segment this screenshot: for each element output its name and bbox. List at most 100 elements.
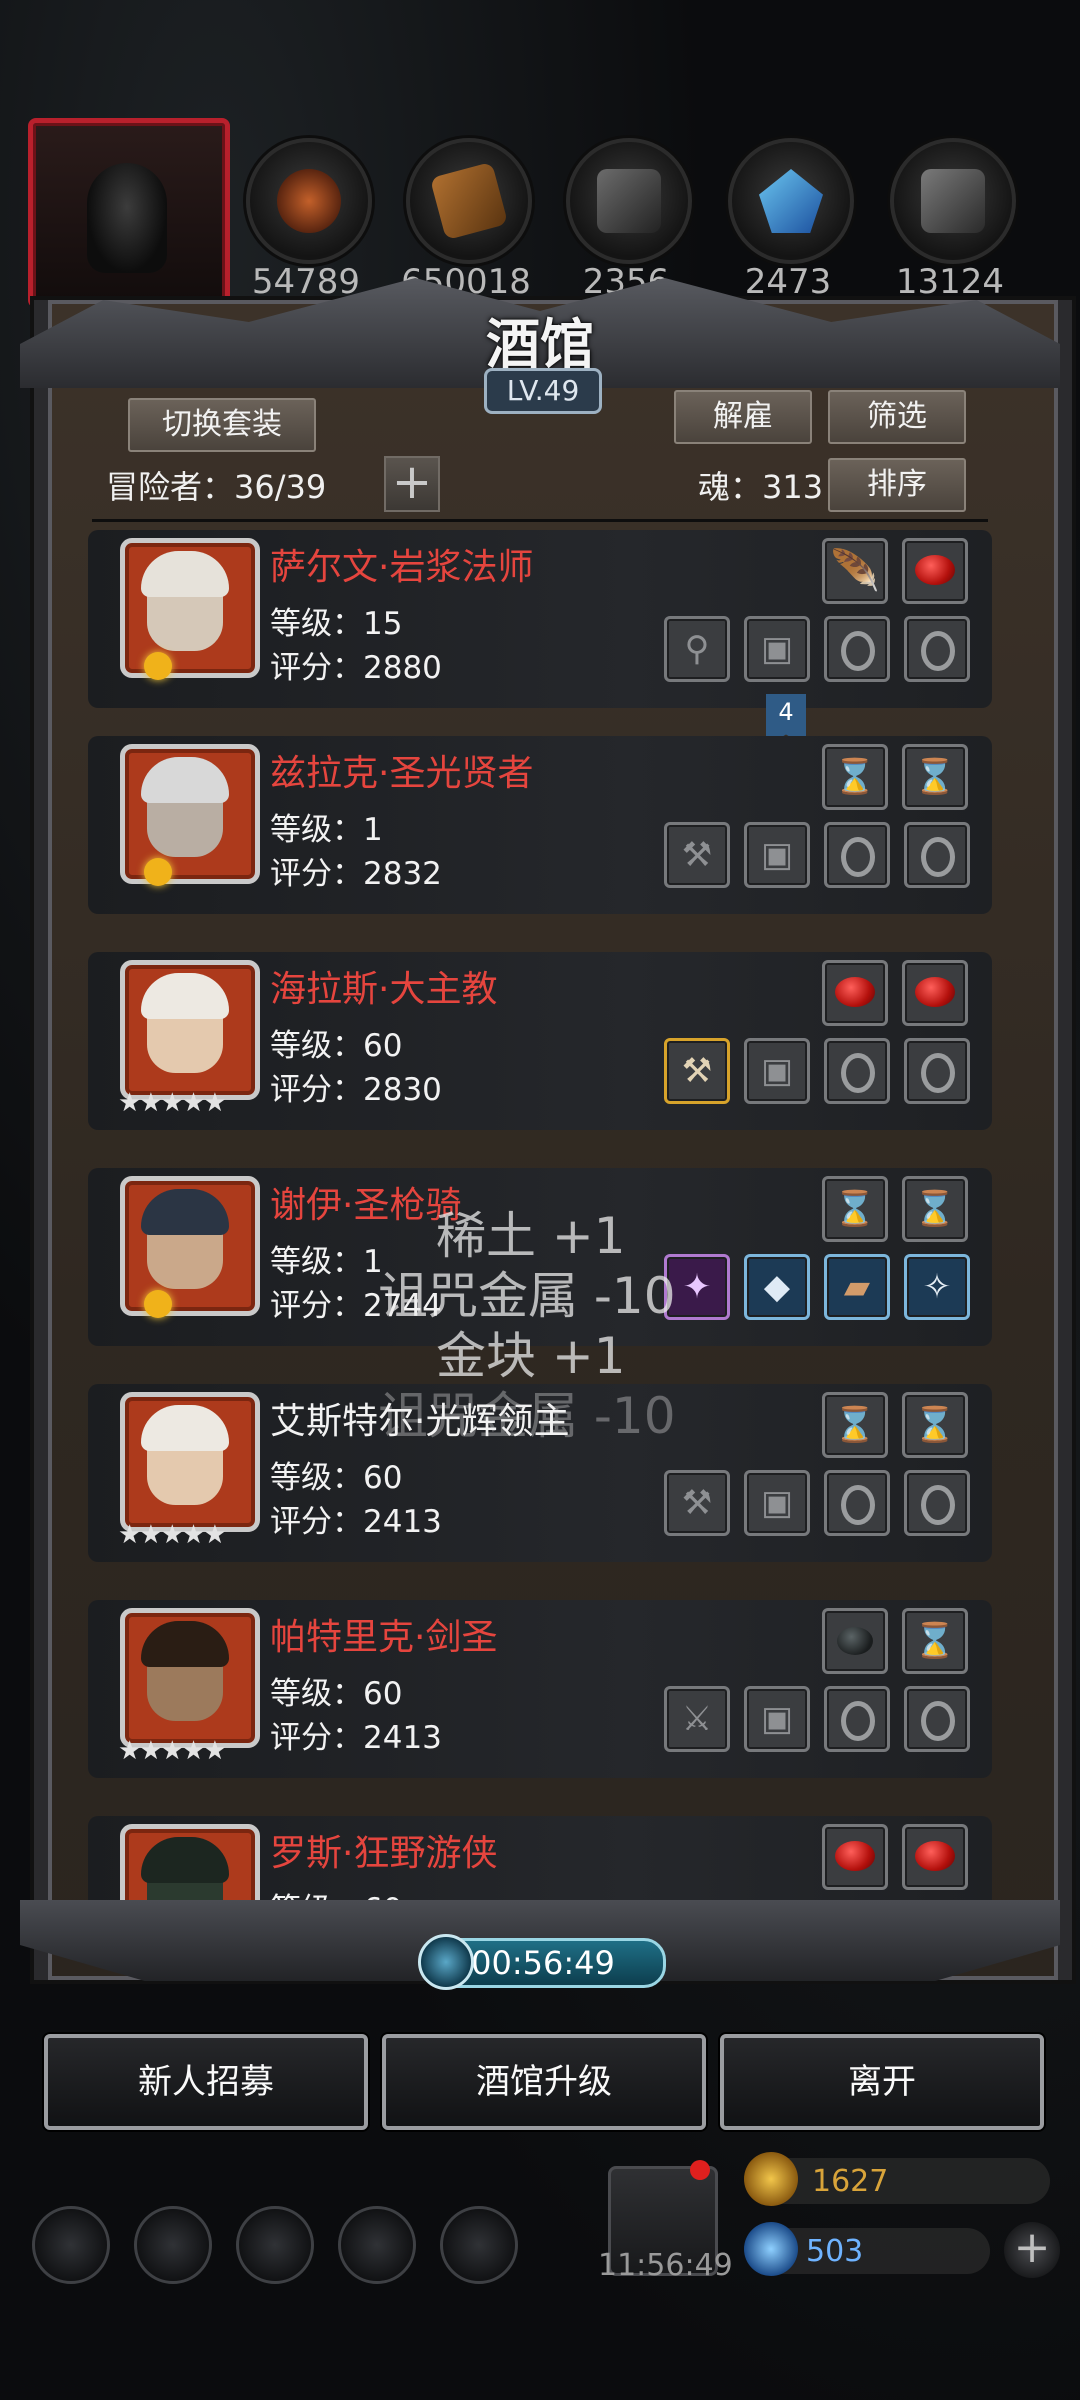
feather-rune-icon[interactable]: 🪶 xyxy=(822,538,888,604)
adventurer-row[interactable]: ★★★★★ 海拉斯·大主教 等级：60 评分：2830 ⚒ ▣ xyxy=(88,952,992,1130)
notification-dot xyxy=(690,2160,710,2180)
armor-slot-icon[interactable]: ▣ xyxy=(744,822,810,888)
adventurer-score: 评分：2830 xyxy=(270,1072,442,1108)
empty-gem-slot-icon[interactable] xyxy=(822,1392,888,1458)
gift-timer: 11:56:49 xyxy=(598,2248,733,2283)
adventurer-portrait xyxy=(120,744,260,884)
adventurer-level: 等级：60 xyxy=(270,1028,403,1064)
sword-slot-icon[interactable]: ⚔ xyxy=(664,1686,730,1752)
empty-gem-slot-icon[interactable] xyxy=(902,1176,968,1242)
ring-slot-icon[interactable] xyxy=(824,822,890,888)
empty-gem-slot-icon[interactable] xyxy=(902,1392,968,1458)
add-slot-button[interactable]: + xyxy=(384,456,440,512)
header-divider xyxy=(92,519,988,522)
armor-equipped-icon[interactable]: ◆ xyxy=(744,1254,810,1320)
floating-text: 诅咒金属 -10 xyxy=(378,1387,676,1445)
tavern-upgrade-button[interactable]: 酒馆升级 xyxy=(382,2034,706,2130)
hammer-equipped-icon[interactable]: ⚒ xyxy=(664,1038,730,1104)
adventurer-score: 评分：2413 xyxy=(270,1504,442,1540)
gold-amount: 1627 xyxy=(812,2164,889,2199)
star-rating: ★★★★★ xyxy=(118,1088,227,1118)
red-gem-slot[interactable] xyxy=(822,1824,888,1890)
adventurer-score: 评分：2832 xyxy=(270,856,442,892)
adventurer-row[interactable]: 兹拉克·圣光贤者 等级：1 评分：2832 ⚒ ▣ xyxy=(88,736,992,914)
adventurer-row[interactable]: 萨尔文·岩浆法师 等级：15 评分：2880 🪶 ⚲ ▣ xyxy=(88,530,992,708)
staff-slot-icon[interactable]: ⚲ xyxy=(664,616,730,682)
gem-amount: 503 xyxy=(806,2234,864,2269)
add-currency-button[interactable]: + xyxy=(1004,2222,1060,2278)
adventurer-score: 评分：2413 xyxy=(270,1720,442,1756)
adventurer-list[interactable]: 萨尔文·岩浆法师 等级：15 评分：2880 🪶 ⚲ ▣ 4 兹拉克·圣光贤者 … xyxy=(88,526,992,1912)
dark-gem-slot[interactable] xyxy=(822,1608,888,1674)
hero-portrait[interactable] xyxy=(28,118,230,308)
adventurer-name: 罗斯·狂野游侠 xyxy=(270,1833,498,1874)
ring-slot-icon[interactable] xyxy=(904,1038,970,1104)
empty-gem-slot-icon[interactable] xyxy=(902,744,968,810)
switch-outfit-button[interactable]: 切换套装 xyxy=(128,398,316,452)
red-gem-slot[interactable] xyxy=(902,1824,968,1890)
adventurer-row[interactable]: 罗斯·狂野游侠 等级：60 xyxy=(88,1816,992,1912)
red-gem-slot[interactable] xyxy=(902,960,968,1026)
sort-button[interactable]: 排序 xyxy=(828,458,966,512)
armor-slot-icon[interactable]: ▣ xyxy=(744,616,810,682)
wood-resource-icon[interactable] xyxy=(406,138,532,264)
adventurer-level: 等级：15 xyxy=(270,606,403,642)
gold-coin-icon xyxy=(744,2152,798,2206)
ring-slot-icon[interactable] xyxy=(824,1470,890,1536)
leave-button[interactable]: 离开 xyxy=(720,2034,1044,2130)
knight-helmet-icon xyxy=(87,163,167,273)
moon-badge-icon xyxy=(144,858,172,886)
guild-menu-icon[interactable] xyxy=(440,2206,518,2284)
dismiss-button[interactable]: 解雇 xyxy=(674,390,812,444)
clock-icon xyxy=(418,1934,474,1990)
meat-resource-icon[interactable] xyxy=(246,138,372,264)
armor-slot-icon[interactable]: ▣ xyxy=(744,1038,810,1104)
hammer-slot-icon[interactable]: ⚒ xyxy=(664,1470,730,1536)
adventurer-level: 等级：1 xyxy=(270,1244,383,1280)
empty-gem-slot-icon[interactable] xyxy=(902,1608,968,1674)
bracer-equipped-icon[interactable]: ▰ xyxy=(824,1254,890,1320)
moon-badge-icon xyxy=(144,1290,172,1318)
stone-value: 13124 xyxy=(895,262,1005,302)
ring-slot-icon[interactable] xyxy=(904,822,970,888)
recruit-button[interactable]: 新人招募 xyxy=(44,2034,368,2130)
stone-resource-icon[interactable] xyxy=(890,138,1016,264)
ring-slot-icon[interactable] xyxy=(904,1686,970,1752)
iron-resource-icon[interactable] xyxy=(566,138,692,264)
star-menu-icon[interactable] xyxy=(134,2206,212,2284)
empty-gem-slot-icon[interactable] xyxy=(822,744,888,810)
adventurer-portrait xyxy=(120,1176,260,1316)
adventurer-level: 等级：60 xyxy=(270,1676,403,1712)
ring-slot-icon[interactable] xyxy=(824,1038,890,1104)
ring-slot-icon[interactable] xyxy=(904,616,970,682)
adventurer-count: 冒险者：36/39 xyxy=(106,468,327,506)
adventurer-row[interactable]: ★★★★★ 帕特里克·剑圣 等级：60 评分：2413 ⚔ ▣ xyxy=(88,1600,992,1778)
adventurer-portrait xyxy=(120,1608,260,1748)
settings-gear-icon[interactable] xyxy=(32,2206,110,2284)
castle-menu-icon[interactable] xyxy=(236,2206,314,2284)
ring-slot-icon[interactable] xyxy=(824,1686,890,1752)
adventurer-level: 等级：60 xyxy=(270,1460,403,1496)
adventurer-name: 帕特里克·剑圣 xyxy=(270,1617,498,1658)
mail-icon[interactable] xyxy=(338,2206,416,2284)
adventurer-name: 谢伊·圣枪骑 xyxy=(270,1185,462,1226)
armor-slot-icon[interactable]: ▣ xyxy=(744,1470,810,1536)
crystal-resource-icon[interactable] xyxy=(728,138,854,264)
hammer-slot-icon[interactable]: ⚒ xyxy=(664,822,730,888)
soul-count: 魂：313 xyxy=(698,468,824,506)
adventurer-portrait xyxy=(120,1824,260,1912)
adventurer-portrait xyxy=(120,960,260,1100)
adventurer-portrait xyxy=(120,1392,260,1532)
adventurer-name: 兹拉克·圣光贤者 xyxy=(270,753,534,794)
red-gem-slot[interactable] xyxy=(902,538,968,604)
star-rating: ★★★★★ xyxy=(118,1520,227,1550)
amulet-equipped-icon[interactable]: ✧ xyxy=(904,1254,970,1320)
ring-slot-icon[interactable] xyxy=(824,616,890,682)
adventurer-score: 评分：2880 xyxy=(270,650,442,686)
armor-slot-icon[interactable]: ▣ xyxy=(744,1686,810,1752)
red-gem-slot[interactable] xyxy=(822,960,888,1026)
empty-gem-slot-icon[interactable] xyxy=(822,1176,888,1242)
star-rating: ★★★★★ xyxy=(118,1736,227,1766)
filter-button[interactable]: 筛选 xyxy=(828,390,966,444)
ring-slot-icon[interactable] xyxy=(904,1470,970,1536)
